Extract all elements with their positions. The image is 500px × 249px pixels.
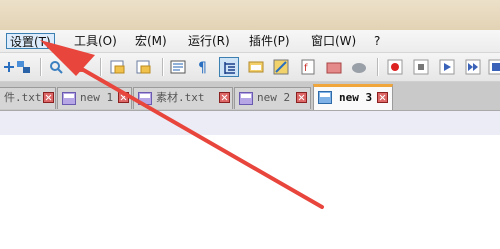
cloud-icon[interactable] — [349, 57, 369, 77]
show-all-icon[interactable] — [168, 57, 188, 77]
paragraph-icon[interactable]: ¶ — [193, 57, 213, 77]
record-macro-icon[interactable] — [385, 57, 405, 77]
toolbar-separator — [40, 58, 41, 76]
file-icon — [138, 92, 152, 105]
menu-plugins[interactable]: 插件(P) — [246, 33, 293, 49]
toolbar-separator — [377, 58, 378, 76]
text-editor-area[interactable] — [0, 135, 500, 249]
close-tab-icon[interactable] — [219, 92, 230, 103]
tab-label: new 1 — [80, 91, 114, 104]
tab-new-1[interactable]: new 1 — [57, 87, 132, 109]
menu-window[interactable]: 窗口(W) — [308, 33, 359, 49]
toolbar: ¶ f — [0, 53, 500, 82]
tab-bar: 件.txt new 1 素材.txt new 2 new 3 — [0, 82, 500, 111]
file-icon — [318, 91, 332, 104]
file-icon — [62, 92, 76, 105]
indent-guide-icon[interactable] — [219, 57, 239, 77]
open-icon[interactable] — [108, 57, 128, 77]
menu-bar: 设置(T) 工具(O) 宏(M) 运行(R) 插件(P) 窗口(W) ? — [0, 30, 500, 53]
menu-tools[interactable]: 工具(O) — [71, 33, 120, 49]
close-tab-icon[interactable] — [43, 92, 54, 103]
toolbar-separator — [100, 58, 101, 76]
tab-sucai[interactable]: 素材.txt — [133, 87, 233, 109]
find-icon[interactable] — [46, 57, 66, 77]
tab-label: new 2 — [257, 91, 291, 104]
menu-settings[interactable]: 设置(T) — [6, 33, 55, 49]
close-tab-icon[interactable] — [296, 92, 307, 103]
window-title-bar — [0, 0, 500, 30]
editor-header-strip — [0, 111, 500, 135]
save-macro-icon[interactable] — [486, 57, 500, 77]
tab-new-2[interactable]: new 2 — [234, 87, 311, 109]
play-macro-icon[interactable] — [437, 57, 457, 77]
close-tab-icon[interactable] — [118, 92, 129, 103]
toolbar-separator — [162, 58, 163, 76]
tab-file[interactable]: 件.txt — [0, 87, 56, 109]
menu-macro[interactable]: 宏(M) — [132, 33, 170, 49]
save-icon[interactable] — [134, 57, 154, 77]
tab-label: new 3 — [339, 91, 373, 104]
close-tab-icon[interactable] — [377, 92, 388, 103]
tab-new-3[interactable]: new 3 — [313, 84, 393, 110]
svg-text:¶: ¶ — [198, 60, 207, 75]
folder-icon[interactable] — [246, 57, 266, 77]
stop-record-icon[interactable] — [411, 57, 431, 77]
function-list-icon[interactable]: f — [298, 57, 318, 77]
folder-workspace-icon[interactable] — [324, 57, 344, 77]
tab-label: 件.txt — [4, 91, 42, 104]
menu-run[interactable]: 运行(R) — [185, 33, 233, 49]
menu-help[interactable]: ? — [371, 33, 383, 49]
file-icon — [239, 92, 253, 105]
wrap-icon[interactable] — [14, 57, 34, 77]
tab-label: 素材.txt — [156, 91, 205, 104]
replace-icon[interactable] — [68, 57, 88, 77]
run-multiple-icon[interactable] — [463, 57, 483, 77]
svg-text:f: f — [304, 63, 308, 74]
map-icon[interactable] — [271, 57, 291, 77]
